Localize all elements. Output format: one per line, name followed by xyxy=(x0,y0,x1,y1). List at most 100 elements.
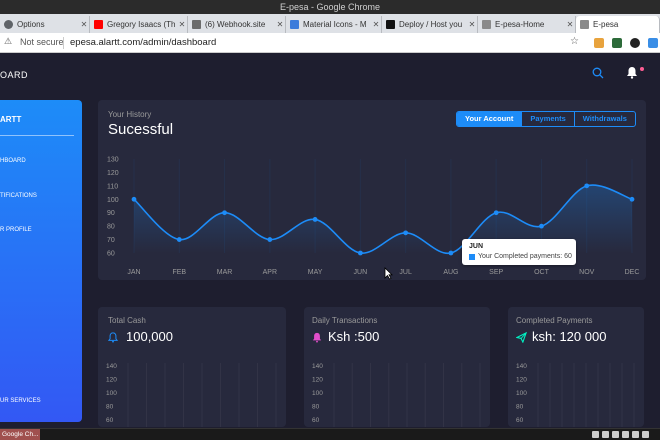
tab-options[interactable]: Options ✕ xyxy=(0,16,90,33)
extension-icon[interactable] xyxy=(594,38,604,48)
close-icon[interactable]: ✕ xyxy=(79,20,89,29)
sidebar-title[interactable]: ARTT xyxy=(0,115,21,124)
x-tick-label: JUN xyxy=(354,269,368,276)
address-bar[interactable]: ⚠ Not secure epesa.alartt.com/admin/dash… xyxy=(0,33,660,53)
y-tick-label: 100 xyxy=(312,390,323,397)
y-tick-label: 80 xyxy=(106,404,114,411)
data-point[interactable] xyxy=(493,210,499,216)
tray-icon[interactable] xyxy=(622,431,629,438)
sidebar-item-services[interactable]: UR SERVICES xyxy=(0,398,41,404)
y-tick-label: 100 xyxy=(107,197,119,204)
data-point[interactable] xyxy=(312,217,318,222)
url-field[interactable]: epesa.alartt.com/admin/dashboard xyxy=(70,37,216,48)
tab-youtube[interactable]: Gregory Isaacs (Th ✕ xyxy=(90,16,188,33)
y-tick-label: 120 xyxy=(516,377,527,384)
data-point[interactable] xyxy=(448,250,454,256)
y-tick-label: 130 xyxy=(107,157,119,164)
data-point[interactable] xyxy=(629,196,635,202)
y-tick-label: 60 xyxy=(516,417,524,424)
completed-payments-card: Completed Payments ksh: 120 000 140 120 10… xyxy=(508,307,644,427)
sidebar-item-notifications[interactable]: TIFICATIONS xyxy=(0,193,37,199)
x-tick-label: APR xyxy=(263,269,277,276)
warning-icon[interactable]: ⚠ xyxy=(4,36,12,47)
data-point[interactable] xyxy=(403,230,409,236)
x-tick-label: OCT xyxy=(534,269,550,276)
extension-icon[interactable] xyxy=(648,38,658,48)
y-tick-label: 60 xyxy=(312,417,320,424)
close-icon[interactable]: ✕ xyxy=(371,20,381,29)
mini-chart: 140 120 100 80 60 xyxy=(516,363,635,427)
y-tick-label: 120 xyxy=(312,377,323,384)
y-tick-label: 80 xyxy=(107,224,115,231)
daily-transactions-card: Daily Transactions Ksh :500 140 120 100 80 6… xyxy=(304,307,490,427)
tab-strip: Options ✕ Gregory Isaacs (Th ✕ (6) Webhook… xyxy=(0,14,660,33)
tooltip-swatch xyxy=(469,254,475,260)
youtube-icon xyxy=(94,20,103,29)
y-tick-label: 120 xyxy=(107,170,119,177)
data-point[interactable] xyxy=(267,237,273,242)
history-card: Your History Sucessful Your Account Paym… xyxy=(98,100,646,280)
y-tick-label: 90 xyxy=(107,210,115,217)
y-tick-label: 70 xyxy=(107,237,115,244)
x-tick-label: MAR xyxy=(217,269,233,276)
data-point[interactable] xyxy=(357,250,363,256)
bell-icon[interactable] xyxy=(626,66,638,79)
brand-text: OARD xyxy=(0,70,29,80)
tab-epesa[interactable]: E-pesa xyxy=(576,16,660,33)
extension-icon[interactable] xyxy=(612,38,622,48)
gear-icon xyxy=(4,20,13,29)
y-tick-label: 60 xyxy=(107,251,115,258)
data-point[interactable] xyxy=(222,210,227,216)
close-icon[interactable]: ✕ xyxy=(275,20,285,29)
chart-tooltip: JUN Your Completed payments: 60 xyxy=(462,239,576,265)
y-tick-label: 100 xyxy=(106,390,117,397)
star-icon[interactable]: ☆ xyxy=(570,36,579,47)
taskbar-item-chrome[interactable]: Google Ch... xyxy=(0,429,40,440)
tab-epesa-home[interactable]: E-pesa-Home ✕ xyxy=(478,16,576,33)
window-title: E-pesa - Google Chrome xyxy=(0,0,660,14)
x-tick-label: JUL xyxy=(399,269,412,276)
tooltip-body: Your Completed payments: 60 xyxy=(478,253,572,260)
tray-icon[interactable] xyxy=(642,431,649,438)
tray-icon[interactable] xyxy=(602,431,609,438)
x-tick-label: JAN xyxy=(127,269,140,276)
divider xyxy=(63,37,64,49)
taskbar: Google Ch... xyxy=(0,428,660,440)
data-point[interactable] xyxy=(131,196,137,202)
notification-dot xyxy=(640,67,644,71)
divider xyxy=(0,135,74,136)
tray-icon[interactable] xyxy=(592,431,599,438)
tray-icon[interactable] xyxy=(632,431,639,438)
y-tick-label: 140 xyxy=(516,363,527,370)
tab-webhook[interactable]: (6) Webhook.site ✕ xyxy=(188,16,286,33)
total-cash-card: Total Cash 100,000 140 120 100 80 60 xyxy=(98,307,286,427)
sidebar-item-profile[interactable]: R PROFILE xyxy=(0,227,32,233)
material-icon xyxy=(290,20,299,29)
y-tick-label: 80 xyxy=(312,404,320,411)
search-icon[interactable] xyxy=(592,67,604,79)
tab-material-icons[interactable]: Material Icons - M ✕ xyxy=(286,16,382,33)
close-icon[interactable]: ✕ xyxy=(177,20,187,29)
sidebar-item-dashboard[interactable]: HBOARD xyxy=(0,158,26,164)
y-tick-label: 60 xyxy=(106,417,114,424)
x-tick-label: DEC xyxy=(625,269,640,276)
tab-deploy[interactable]: Deploy / Host you ✕ xyxy=(382,16,478,33)
x-tick-label: FEB xyxy=(172,269,186,276)
sidebar: ARTT HBOARD TIFICATIONS R PROFILE UR SER… xyxy=(0,100,82,422)
mouse-cursor-icon xyxy=(384,267,393,280)
app-header: OARD xyxy=(0,54,660,96)
close-icon[interactable]: ✕ xyxy=(565,20,575,29)
data-point[interactable] xyxy=(176,237,182,242)
webhook-icon xyxy=(192,20,201,29)
tooltip-title: JUN xyxy=(469,243,484,250)
page-icon xyxy=(482,20,491,29)
extension-icon[interactable] xyxy=(630,38,640,48)
y-tick-label: 120 xyxy=(106,377,117,384)
page-icon xyxy=(580,20,589,29)
x-tick-label: NOV xyxy=(579,269,595,276)
tray-icon[interactable] xyxy=(612,431,619,438)
close-icon[interactable]: ✕ xyxy=(467,20,477,29)
y-tick-label: 100 xyxy=(516,390,527,397)
data-point[interactable] xyxy=(584,183,590,189)
data-point[interactable] xyxy=(539,223,544,229)
